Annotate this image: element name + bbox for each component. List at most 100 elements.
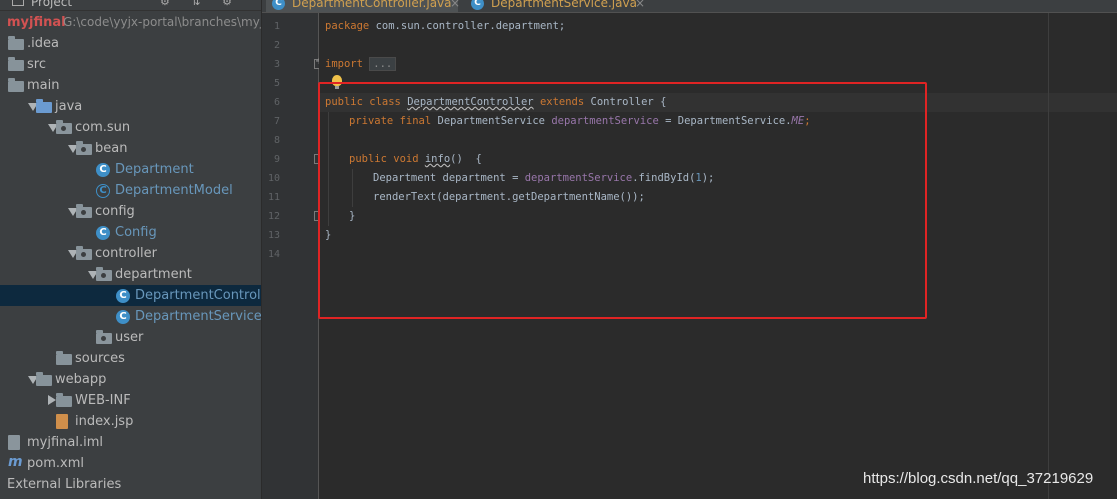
tree-item-label: DepartmentService [135,309,262,324]
folder-icon [8,78,24,92]
line-number: 7 [273,116,280,127]
tree-item-label: config [95,204,135,219]
class-icon: C [96,226,110,240]
ide-window: Project ⚙ ⇅ ⚙ ↤ myjfinalG:\code\yyjx-por… [0,0,1117,499]
source-folder-icon [36,99,52,113]
tree-item-web-inf[interactable]: WEB-INF [0,390,261,411]
tree-item-user[interactable]: user [0,327,261,348]
maven-icon: m [8,454,23,470]
line-number: 2 [273,40,280,51]
tree-item-webapp[interactable]: webapp [0,369,261,390]
jsp-file-icon [56,414,68,429]
project-path: G:\code\yyjx-portal\branches\myj [63,15,262,29]
project-panel: Project ⚙ ⇅ ⚙ ↤ myjfinalG:\code\yyjx-por… [0,0,262,499]
class-icon: C [471,0,484,10]
line-number: 11 [267,192,280,203]
tree-item-main[interactable]: main [0,75,261,96]
line-number: 6 [273,97,280,108]
line-number: 14 [267,249,280,260]
right-margin-guide [1048,13,1049,499]
line-number: 13 [267,230,280,241]
tree-item-config[interactable]: config [0,201,261,222]
class-icon: C [96,163,110,177]
line-number: 9 [273,154,280,165]
watermark: https://blog.csdn.net/qq_37219629 [863,470,1094,487]
tree-item-label: src [27,57,46,72]
tree-item-label: External Libraries [7,477,122,492]
tree-item-root[interactable]: myjfinal G:\code\yyjx-portal\branches\myj [0,12,261,33]
chevron-right-icon[interactable] [48,395,56,405]
tree-item-department-pkg[interactable]: department [0,264,261,285]
line-number: 5 [273,78,280,89]
tree-item-label: main [27,78,60,93]
folder-icon [8,36,24,50]
tab-department-controller[interactable]: C DepartmentController.java × [266,0,460,12]
tree-item-label: controller [95,246,158,261]
line-number: 12 [267,211,280,222]
tab-label: DepartmentService.java [491,0,637,10]
tree-item-label: java [55,99,83,114]
tree-item-label: Department [115,162,194,177]
tab-department-service[interactable]: C DepartmentService.java × [465,0,645,12]
project-panel-title[interactable]: Project [31,0,72,9]
tree-item-label: myjfinal.iml [27,435,103,450]
tree-item-label: bean [95,141,128,156]
tree-item-pom-xml[interactable]: m pom.xml [0,453,261,474]
tree-item-controller[interactable]: controller [0,243,261,264]
tree-item-label: WEB-INF [75,393,131,408]
class-icon: C [116,310,130,324]
class-icon: C [116,289,130,303]
tree-item-label: myjfinal [7,15,66,30]
package-icon [76,204,92,218]
folder-icon [56,351,72,365]
tree-item-myjfinal-iml[interactable]: myjfinal.iml [0,432,261,453]
tree-item-sources[interactable]: sources [0,348,261,369]
tree-item-index-jsp[interactable]: index.jsp [0,411,261,432]
project-panel-tools[interactable]: ⚙ ⇅ ⚙ ↤ [160,0,261,10]
tree-item-label: .idea [27,36,59,51]
tree-item-label: com.sun [75,120,131,135]
tree-item-label: index.jsp [75,414,134,429]
package-icon [56,120,72,134]
close-icon[interactable]: × [635,0,645,12]
class-icon: C [96,184,110,198]
tree-item-label: DepartmentControl [135,288,261,303]
code-line-3: import ... [325,55,397,74]
project-icon [12,0,24,6]
package-icon [76,246,92,260]
tree-item-label: webapp [55,372,107,387]
folder-icon [8,57,24,71]
annotation-highlight-box [318,82,927,319]
package-icon [96,330,112,344]
folded-imports[interactable]: ... [369,57,397,71]
tree-item-external-libraries[interactable]: External Libraries [0,474,261,495]
editor-tabs: C DepartmentController.java × C Departme… [262,0,1117,13]
tree-item-label: department [115,267,192,282]
tree-item-src[interactable]: src [0,54,261,75]
tree-item-bean[interactable]: bean [0,138,261,159]
tree-item-label: DepartmentModel [115,183,233,198]
project-panel-header: Project ⚙ ⇅ ⚙ ↤ [0,0,261,11]
tree-item-department-class[interactable]: C Department [0,159,261,180]
tree-item-department-controller-class[interactable]: C DepartmentControl [0,285,261,306]
tree-item-department-model-class[interactable]: C DepartmentModel [0,180,261,201]
tree-item-label: pom.xml [27,456,84,471]
tree-item-label: sources [75,351,125,366]
close-icon[interactable]: × [450,0,460,12]
package-icon [96,267,112,281]
line-number: 3 [273,59,280,70]
tree-item-com-sun[interactable]: com.sun [0,117,261,138]
folder-icon [56,393,72,407]
tree-item-label: Config [115,225,157,240]
line-number: 1 [273,21,280,32]
tree-item-label: user [115,330,144,345]
class-icon: C [272,0,285,10]
line-number: 8 [273,135,280,146]
tree-item-config-class[interactable]: C Config [0,222,261,243]
package-icon [76,141,92,155]
tree-item-idea[interactable]: .idea [0,33,261,54]
tree-item-department-service-class[interactable]: C DepartmentService [0,306,261,327]
tree-item-java[interactable]: java [0,96,261,117]
folder-icon [36,372,52,386]
module-file-icon [8,435,20,450]
